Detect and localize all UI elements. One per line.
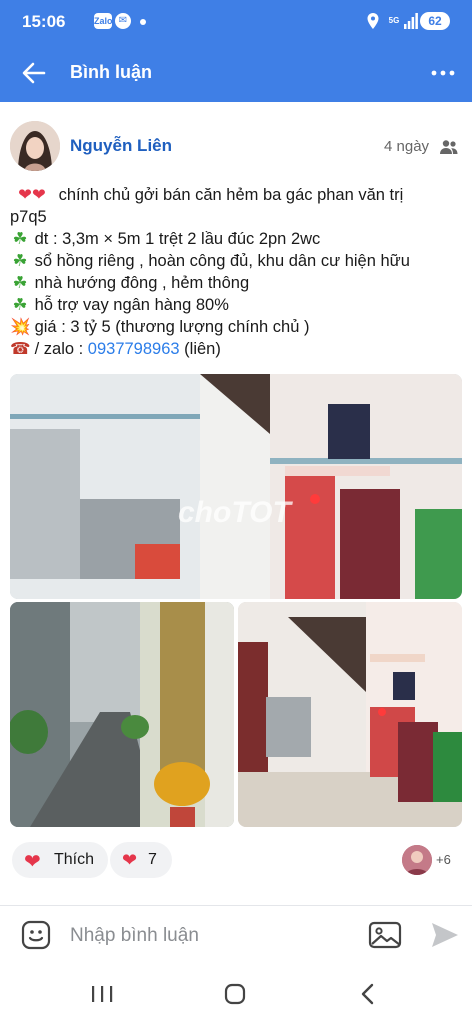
collision-emoji-icon: 💥	[10, 318, 31, 336]
telephone-emoji-icon: ☎	[10, 340, 31, 358]
room-photo-image	[238, 602, 462, 827]
back-arrow-icon[interactable]	[20, 59, 48, 87]
app-bar: Bình luận	[0, 44, 472, 102]
post-photo-alley[interactable]	[10, 602, 234, 827]
send-icon[interactable]	[430, 921, 460, 949]
clover-emoji-icon: ☘	[12, 296, 28, 314]
system-navigation-bar	[0, 966, 472, 1024]
clover-emoji-icon: ☘	[12, 252, 28, 270]
post-line-text: p7q5	[10, 208, 47, 226]
contact-suffix: (liên)	[184, 340, 221, 358]
post-line-text: sổ hồng riêng , hoàn công đủ, khu dân cư…	[34, 252, 410, 270]
divider	[0, 905, 472, 906]
home-icon[interactable]	[223, 982, 247, 1006]
post-line: ☘ hỗ trợ vay ngân hàng 80%	[10, 294, 465, 316]
more-reactors-count[interactable]: +6	[436, 852, 451, 867]
post-line: p7q5	[10, 206, 465, 228]
post-body: ❤❤ chính chủ gởi bán căn hẻm ba gác phan…	[10, 184, 465, 360]
contact-line: ☎ / zalo : 0937798963 (liên)	[10, 338, 465, 360]
author-avatar[interactable]	[10, 121, 60, 171]
sticker-icon[interactable]	[20, 919, 52, 951]
heart-icon: ❤	[122, 850, 138, 870]
kitchen-photo-image: choTOT	[10, 374, 462, 599]
system-back-icon[interactable]	[356, 982, 380, 1006]
avatar-image	[10, 121, 60, 171]
post-line: ☘ sổ hồng riêng , hoàn công đủ, khu dân …	[10, 250, 465, 272]
watermark-text: choTOT	[178, 496, 293, 529]
top-bar: 15:06 Zalo ✉ 5G 62 Bình luận	[0, 0, 472, 102]
messenger-notification-icon: ✉	[115, 13, 131, 29]
status-time: 15:06	[22, 12, 66, 31]
reactor-avatar-image	[402, 845, 432, 875]
reaction-count-button[interactable]: ❤ 7	[110, 842, 172, 878]
signal-icon	[404, 13, 418, 29]
like-button[interactable]: ❤ Thích	[12, 842, 108, 878]
battery-indicator: 62	[420, 12, 450, 30]
heart-icon: ❤	[24, 851, 41, 873]
post-photo-room[interactable]	[238, 602, 462, 827]
phone-link[interactable]: 0937798963	[88, 340, 180, 358]
recent-apps-icon[interactable]	[90, 984, 114, 1004]
clover-emoji-icon: ☘	[12, 230, 28, 248]
post-line: ☘ nhà hướng đông , hẻm thông	[10, 272, 465, 294]
location-icon	[367, 13, 379, 29]
network-type: 5G	[388, 16, 400, 25]
page-title: Bình luận	[70, 62, 152, 82]
post-line: ❤❤ chính chủ gởi bán căn hẻm ba gác phan…	[10, 184, 465, 206]
clover-emoji-icon: ☘	[12, 274, 28, 292]
status-bar: 15:06 Zalo ✉ 5G 62	[0, 0, 472, 44]
author-name[interactable]: Nguyễn Liên	[70, 136, 172, 156]
post-time: 4 ngày	[384, 138, 430, 155]
notification-dot-icon	[140, 19, 146, 25]
friends-icon	[440, 140, 458, 154]
like-label: Thích	[54, 851, 95, 868]
post-line: 💥 giá : 3 tỷ 5 (thương lượng chính chủ )	[10, 316, 465, 338]
post-line-text: nhà hướng đông , hẻm thông	[34, 274, 250, 292]
post-line: ☘ dt : 3,3m × 5m 1 trệt 2 lầu đúc 2pn 2w…	[10, 228, 465, 250]
post-line-text: giá : 3 tỷ 5 (thương lượng chính chủ )	[34, 318, 310, 336]
image-icon[interactable]	[368, 920, 402, 950]
zalo-notification-icon: Zalo	[94, 13, 113, 29]
post-line-text: hỗ trợ vay ngân hàng 80%	[34, 296, 229, 314]
comment-input[interactable]	[70, 920, 360, 952]
post-line-text: dt : 3,3m × 5m 1 trệt 2 lầu đúc 2pn 2wc	[34, 230, 321, 248]
more-options-icon[interactable]	[428, 61, 458, 85]
contact-prefix: / zalo :	[34, 340, 84, 358]
reaction-count: 7	[148, 851, 157, 868]
post-photo-kitchen[interactable]: choTOT	[10, 374, 462, 599]
reactor-avatar[interactable]	[402, 845, 432, 875]
post-line-text: chính chủ gởi bán căn hẻm ba gác phan vă…	[58, 186, 404, 204]
alley-photo-image	[10, 602, 234, 827]
hearts-emoji-icon: ❤❤	[18, 186, 46, 204]
